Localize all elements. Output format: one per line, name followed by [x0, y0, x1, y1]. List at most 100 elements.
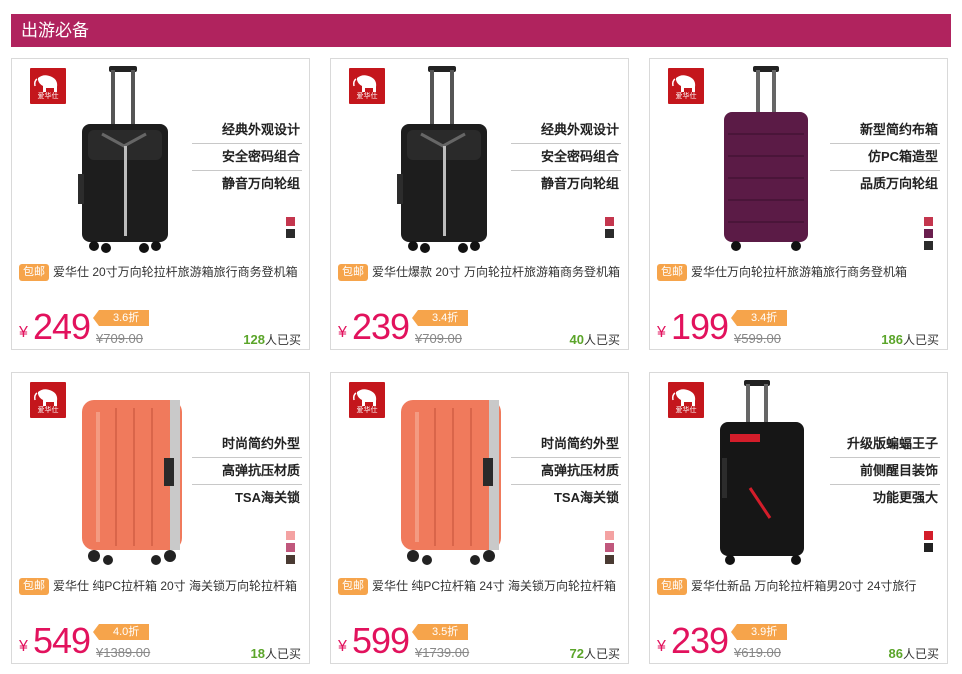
color-swatch[interactable] — [924, 543, 933, 552]
color-swatch[interactable] — [286, 229, 295, 238]
feature-item: 新型简约布箱 — [830, 117, 940, 144]
color-swatch[interactable] — [605, 555, 614, 564]
color-swatch[interactable] — [286, 543, 295, 552]
discount-text: 3.4折 — [751, 312, 778, 324]
currency-symbol: ¥ — [19, 638, 28, 655]
sold-count: 40人已买 — [570, 331, 620, 348]
color-swatch[interactable] — [924, 229, 933, 238]
feature-list: 升级版蝙蝠王子 前侧醒目装饰 功能更强大 — [830, 431, 940, 511]
product-title-row: 包邮 爱华仕万向轮拉杆旅游箱旅行商务登机箱 — [657, 264, 943, 282]
sold-count-suffix: 人已买 — [902, 647, 939, 661]
discount-text: 3.5折 — [432, 626, 459, 638]
sold-count-suffix: 人已买 — [583, 333, 620, 347]
color-swatches — [286, 531, 295, 567]
feature-list: 时尚简约外型 高弹抗压材质 TSA海关锁 — [192, 431, 302, 511]
free-shipping-badge: 包邮 — [657, 578, 687, 595]
section-header: 出游必备 — [11, 14, 951, 47]
original-price: ¥599.00 — [734, 331, 781, 346]
feature-item: 经典外观设计 — [192, 117, 302, 144]
sold-count-number: 186 — [881, 332, 903, 347]
product-image[interactable] — [710, 64, 820, 259]
color-swatches — [924, 217, 933, 253]
color-swatch[interactable] — [286, 555, 295, 564]
product-title-row: 包邮 爱华仕爆款 20寸 万向轮拉杆旅游箱商务登机箱 — [338, 264, 624, 282]
discount-badge: 3.5折 — [411, 624, 469, 640]
color-swatch[interactable] — [605, 531, 614, 540]
sold-count-suffix: 人已买 — [264, 647, 301, 661]
color-swatch[interactable] — [605, 229, 614, 238]
discount-badge: 3.4折 — [411, 310, 469, 326]
brand-logo-text: 爱华仕 — [675, 93, 697, 100]
product-title[interactable]: 爱华仕新品 万向轮拉杆箱男20寸 24寸旅行 — [691, 579, 916, 593]
color-swatch[interactable] — [924, 217, 933, 226]
sold-count-suffix: 人已买 — [264, 333, 301, 347]
color-swatch[interactable] — [286, 217, 295, 226]
price-value: 249 — [33, 306, 91, 347]
price-value: 239 — [671, 620, 729, 661]
discount-text: 3.9折 — [751, 626, 778, 638]
feature-item: 时尚简约外型 — [192, 431, 302, 458]
product-image[interactable] — [68, 378, 198, 573]
currency-symbol: ¥ — [338, 324, 347, 341]
product-image[interactable] — [710, 378, 820, 573]
product-image[interactable] — [387, 378, 517, 573]
product-title-row: 包邮 爱华仕 纯PC拉杆箱 20寸 海关锁万向轮拉杆箱 — [19, 578, 305, 596]
feature-item: 仿PC箱造型 — [830, 144, 940, 171]
feature-item: 前侧醒目装饰 — [830, 458, 940, 485]
product-card[interactable]: 爱华仕 时尚简约外型 高弹抗压材质 TSA海关锁 包邮 爱华仕 纯PC拉杆箱 24寸 … — [330, 372, 629, 664]
product-title[interactable]: 爱华仕爆款 20寸 万向轮拉杆旅游箱商务登机箱 — [372, 265, 620, 279]
color-swatches — [924, 531, 933, 555]
discount-badge: 4.0折 — [92, 624, 150, 640]
sold-count: 86人已买 — [889, 645, 939, 662]
section-title: 出游必备 — [21, 21, 89, 40]
feature-list: 新型简约布箱 仿PC箱造型品质万向轮组 — [830, 117, 940, 197]
price-value: 599 — [352, 620, 410, 661]
sold-count-number: 86 — [888, 646, 903, 661]
product-card[interactable]: 爱华仕 时尚简约外型 高弹抗压材质 TSA海关锁 包邮 爱华仕 纯PC拉杆箱 20寸 … — [11, 372, 310, 664]
discount-text: 3.6折 — [113, 312, 140, 324]
color-swatch[interactable] — [286, 531, 295, 540]
original-price: ¥619.00 — [734, 645, 781, 660]
sold-count-suffix: 人已买 — [583, 647, 620, 661]
product-card[interactable]: 爱华仕 经典外观设计 安全密码组合 静音万向轮组 包邮 爱华仕爆款 20寸 万向轮拉杆… — [330, 58, 629, 350]
product-image[interactable] — [72, 64, 182, 259]
color-swatches — [605, 217, 614, 241]
sold-count: 128人已买 — [243, 331, 301, 348]
brand-logo: 爱华仕 — [349, 382, 385, 418]
free-shipping-badge: 包邮 — [19, 578, 49, 595]
sold-count-suffix: 人已买 — [902, 333, 939, 347]
sold-count-number: 72 — [569, 646, 584, 661]
product-card[interactable]: 爱华仕 升级版蝙蝠王子 前侧醒目装饰 功能更强大 包邮 爱华仕新品 万向轮拉杆箱男20… — [649, 372, 948, 664]
sold-count: 72人已买 — [570, 645, 620, 662]
original-price: ¥1389.00 — [96, 645, 151, 660]
product-title[interactable]: 爱华仕万向轮拉杆旅游箱旅行商务登机箱 — [691, 265, 907, 279]
feature-list: 经典外观设计 安全密码组合 静音万向轮组 — [192, 117, 302, 197]
free-shipping-badge: 包邮 — [19, 264, 49, 281]
sold-count: 18人已买 — [251, 645, 301, 662]
brand-logo-text: 爱华仕 — [356, 93, 378, 100]
brand-logo-text: 爱华仕 — [37, 407, 59, 414]
feature-item: 时尚简约外型 — [511, 431, 621, 458]
product-image[interactable] — [391, 64, 501, 259]
product-title-row: 包邮 爱华仕新品 万向轮拉杆箱男20寸 24寸旅行 — [657, 578, 943, 596]
discount-text: 3.4折 — [432, 312, 459, 324]
color-swatch[interactable] — [605, 217, 614, 226]
free-shipping-badge: 包邮 — [657, 264, 687, 281]
product-card[interactable]: 爱华仕 经典外观设计 安全密码组合 静音万向轮组 包邮 爱华仕 20寸万向轮拉杆旅游箱… — [11, 58, 310, 350]
feature-item: 品质万向轮组 — [859, 176, 938, 191]
color-swatch[interactable] — [924, 241, 933, 250]
product-card[interactable]: 爱华仕 新型简约布箱 仿PC箱造型品质万向轮组 包邮 爱华仕万向轮拉杆旅游箱旅行商务… — [649, 58, 948, 350]
feature-item: 功能更强大 — [872, 490, 938, 505]
discount-badge: 3.6折 — [92, 310, 150, 326]
product-title[interactable]: 爱华仕 20寸万向轮拉杆旅游箱旅行商务登机箱 — [53, 265, 298, 279]
color-swatch[interactable] — [605, 543, 614, 552]
sold-count-number: 128 — [243, 332, 265, 347]
color-swatch[interactable] — [924, 531, 933, 540]
feature-item: 经典外观设计 — [511, 117, 621, 144]
feature-item: 静音万向轮组 — [221, 176, 300, 191]
discount-text: 4.0折 — [113, 626, 140, 638]
original-price: ¥1739.00 — [415, 645, 470, 660]
feature-list: 经典外观设计 安全密码组合 静音万向轮组 — [511, 117, 621, 197]
product-title[interactable]: 爱华仕 纯PC拉杆箱 24寸 海关锁万向轮拉杆箱 — [372, 579, 616, 593]
product-title[interactable]: 爱华仕 纯PC拉杆箱 20寸 海关锁万向轮拉杆箱 — [53, 579, 297, 593]
